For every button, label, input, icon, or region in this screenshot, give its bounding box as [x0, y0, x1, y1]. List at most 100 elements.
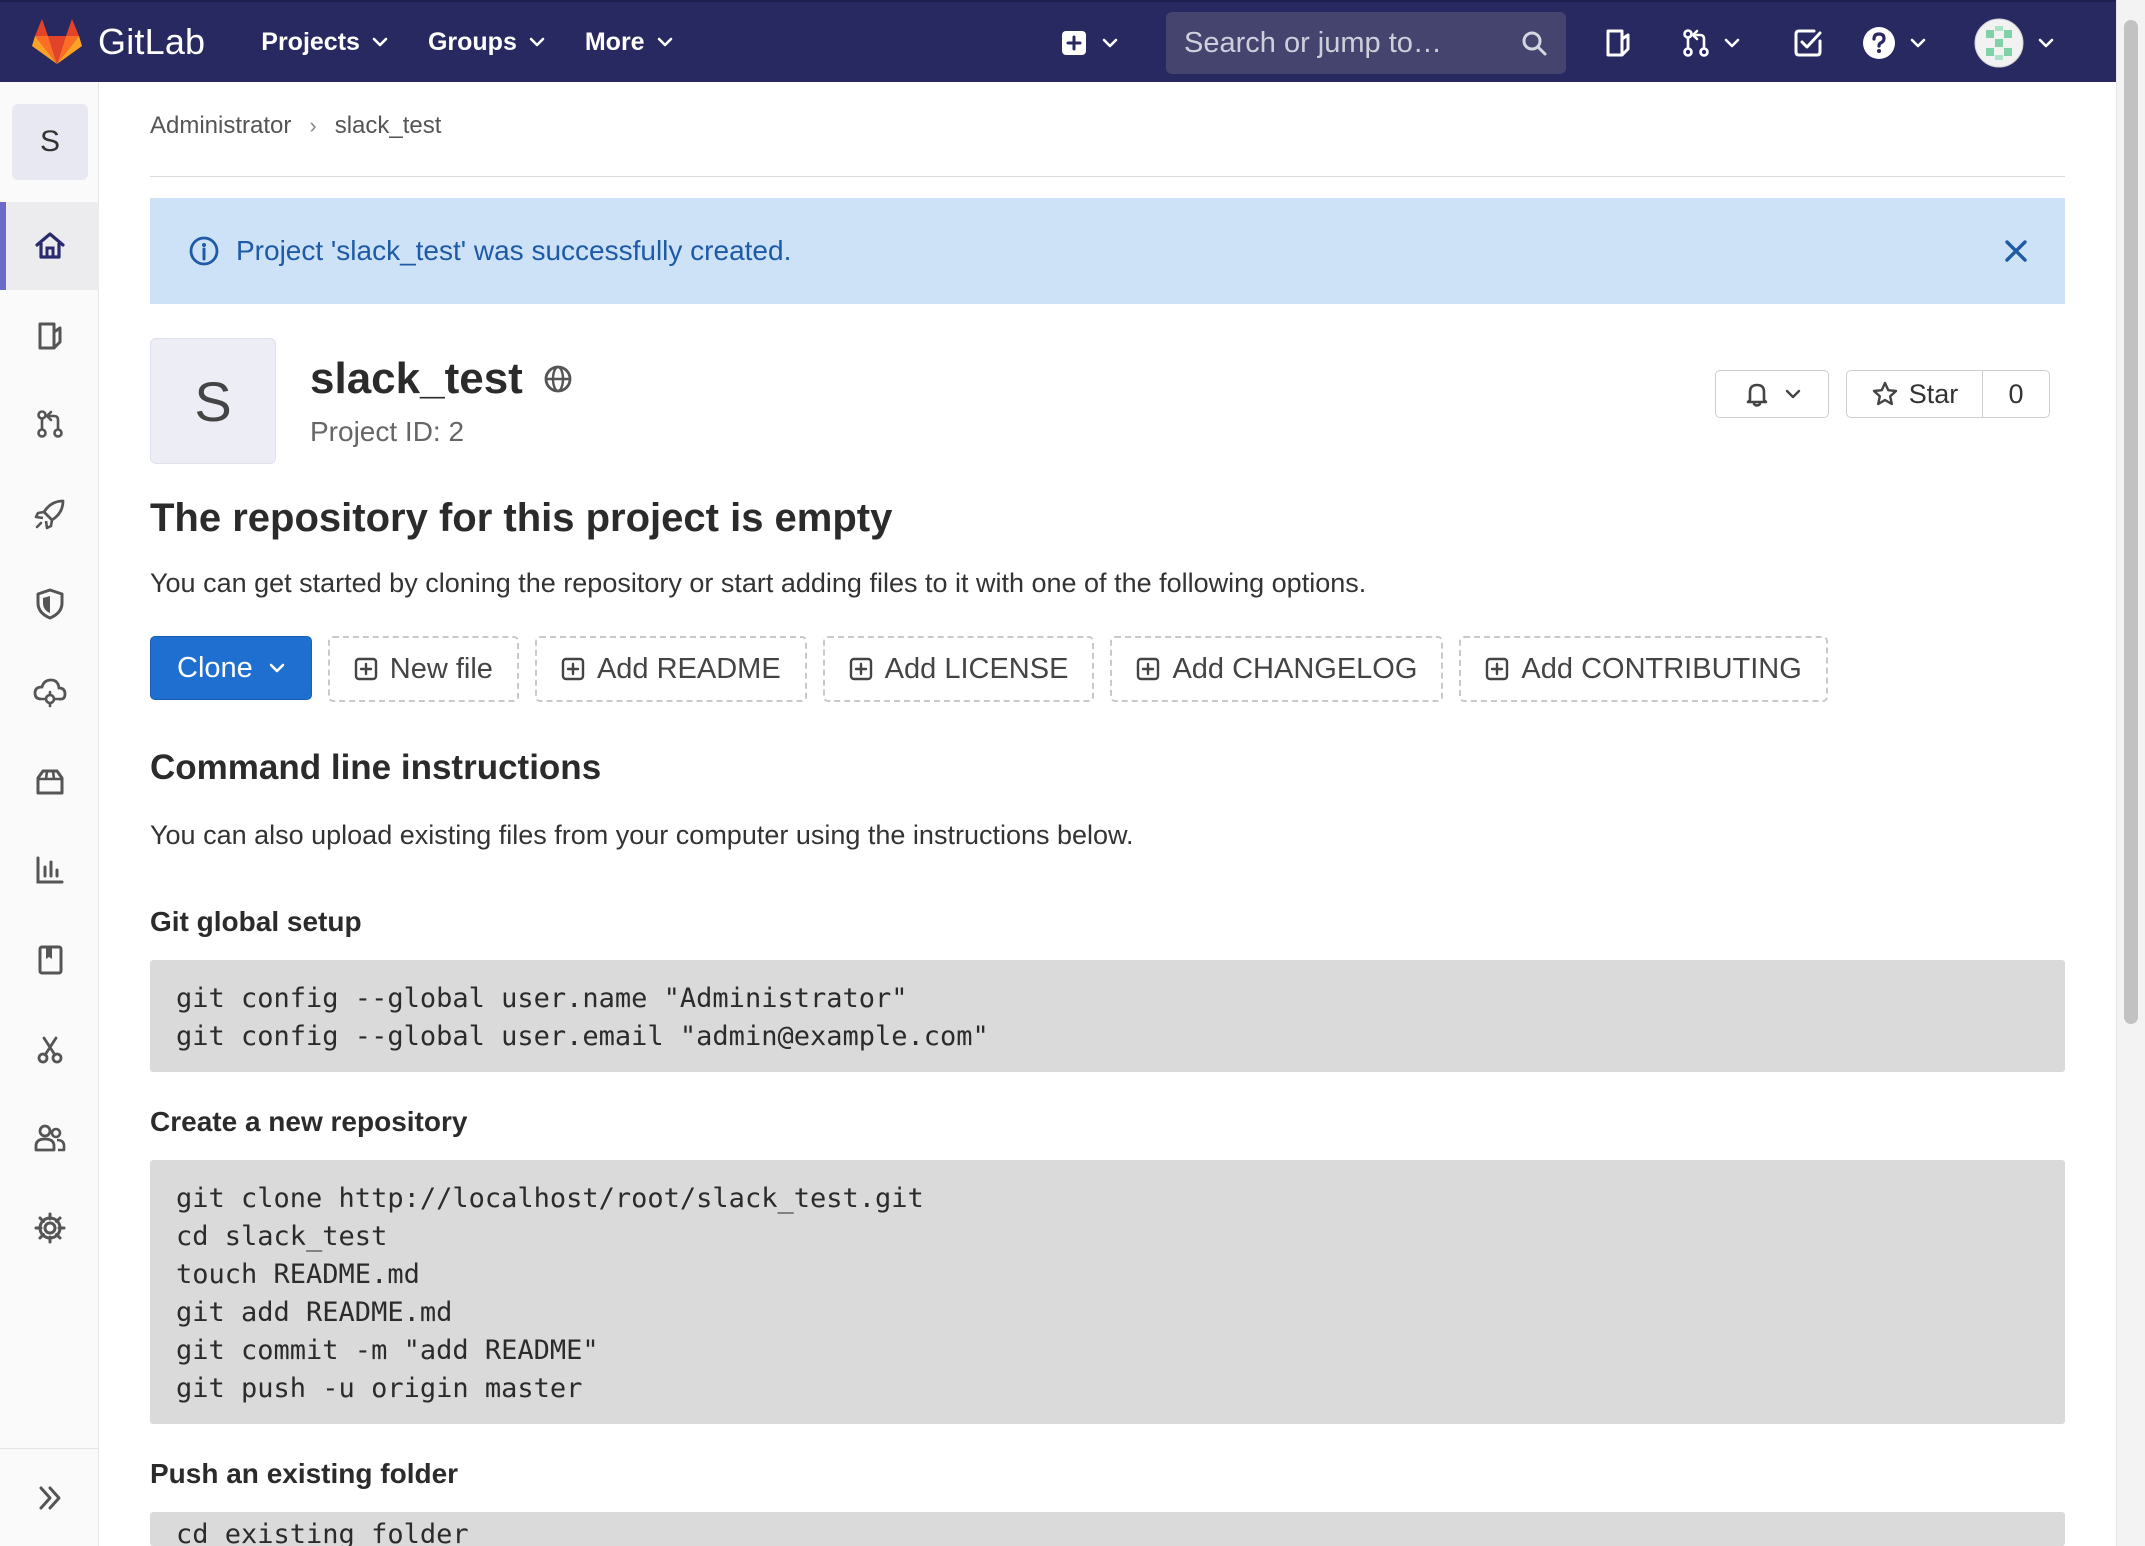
scissors-icon — [37, 1036, 62, 1064]
add-readme-button[interactable]: Add README — [534, 636, 807, 702]
chevron-down-icon — [372, 37, 388, 47]
repo-actions: Clone New file Add README Add LICENSE Ad… — [150, 636, 1844, 702]
create-repo-code[interactable]: git clone http://localhost/root/slack_te… — [150, 1160, 2065, 1424]
help-question-icon — [1863, 27, 1895, 59]
merge-request-icon — [36, 410, 63, 438]
plus-square-icon — [561, 657, 585, 681]
code-line: git config --global user.email "admin@ex… — [176, 1021, 989, 1052]
code-line: git config --global user.name "Administr… — [176, 983, 908, 1014]
code-line: git add README.md — [176, 1297, 453, 1328]
bell-icon — [1746, 383, 1768, 407]
breadcrumb-separator-icon: › — [309, 113, 317, 138]
sidebar-project-avatar[interactable]: S — [12, 104, 88, 180]
user-menu-dropdown[interactable] — [1974, 2, 2054, 84]
chevron-down-icon — [657, 37, 672, 47]
sidebar-item-issues[interactable] — [0, 292, 99, 380]
nav-projects-dropdown[interactable]: Projects — [261, 28, 388, 57]
sidebar-item-analytics[interactable] — [0, 826, 99, 914]
success-alert: Project 'slack_test' was successfully cr… — [150, 198, 2065, 304]
create-repo-title: Create a new repository — [150, 1106, 468, 1137]
code-line: git push -u origin master — [176, 1373, 583, 1404]
project-header: S slack_test Project ID: 2 Star 0 — [150, 338, 2065, 466]
sidebar-item-members[interactable] — [0, 1094, 99, 1182]
project-sidebar: S — [0, 82, 99, 1546]
star-count[interactable]: 0 — [1983, 371, 2049, 417]
add-contributing-label: Add CONTRIBUTING — [1521, 652, 1802, 685]
scrollbar-thumb[interactable] — [2124, 20, 2138, 1024]
breadcrumb-item-administrator[interactable]: Administrator — [150, 112, 291, 140]
sidebar-item-settings[interactable] — [0, 1184, 99, 1272]
home-icon — [34, 232, 65, 259]
top-navbar: GitLab Projects Groups More — [0, 0, 2116, 82]
nav-projects-label: Projects — [261, 27, 360, 56]
cloud-gear-icon — [33, 678, 66, 708]
nav-groups-label: Groups — [427, 27, 517, 56]
sidebar-item-security[interactable] — [0, 560, 99, 648]
star-label: Star — [1908, 378, 1959, 409]
plus-square-icon — [1062, 31, 1086, 55]
nav-more-dropdown[interactable]: More — [585, 28, 673, 57]
alert-dismiss-button[interactable] — [2003, 238, 2029, 271]
notification-settings-dropdown[interactable] — [1715, 370, 1829, 418]
window-scrollbar[interactable] — [2116, 0, 2145, 1546]
empty-repo-description: You can get started by cloning the repos… — [150, 568, 1367, 598]
chevron-down-icon — [2038, 38, 2054, 48]
sidebar-item-ci-cd[interactable] — [0, 470, 99, 558]
plus-square-icon — [354, 657, 377, 681]
star-button[interactable]: Star — [1847, 371, 1983, 417]
double-chevron-right-icon — [39, 1486, 60, 1509]
info-circle-icon — [189, 236, 219, 266]
shield-icon — [36, 588, 63, 620]
nav-help-dropdown[interactable] — [1862, 2, 1926, 84]
todo-check-icon — [1794, 29, 1822, 57]
nav-merge-requests-dropdown[interactable] — [1680, 2, 1740, 84]
project-title: slack_test — [310, 354, 573, 404]
empty-repo-title: The repository for this project is empty — [150, 496, 893, 540]
nav-menu: Projects Groups More — [261, 28, 712, 57]
package-icon — [36, 769, 63, 795]
chevron-down-icon — [1724, 38, 1740, 48]
add-license-button[interactable]: Add LICENSE — [822, 636, 1095, 702]
sidebar-item-packages[interactable] — [0, 738, 99, 826]
plus-square-icon — [1137, 657, 1160, 681]
push-existing-folder-title: Push an existing folder — [150, 1458, 459, 1489]
cli-instructions-title: Command line instructions — [150, 748, 602, 787]
add-changelog-label: Add CHANGELOG — [1172, 652, 1418, 685]
nav-groups-dropdown[interactable]: Groups — [428, 28, 545, 57]
sidebar-collapse-button[interactable] — [0, 1448, 99, 1546]
nav-todos-button[interactable] — [1792, 2, 1824, 84]
code-line: cd slack_test — [176, 1221, 388, 1252]
search-input[interactable] — [1184, 26, 1504, 60]
search-box[interactable] — [1166, 12, 1566, 74]
git-global-setup-code[interactable]: git config --global user.name "Administr… — [150, 960, 2065, 1072]
sidebar-item-merge-requests[interactable] — [0, 380, 99, 468]
code-line: touch README.md — [176, 1259, 420, 1290]
book-icon — [38, 945, 62, 975]
code-line: git commit -m "add README" — [176, 1335, 599, 1366]
push-existing-folder-code[interactable]: cd existing_folder — [150, 1512, 2065, 1546]
close-icon — [2005, 240, 2027, 262]
project-avatar: S — [150, 338, 276, 464]
new-file-button[interactable]: New file — [327, 636, 519, 702]
users-icon — [34, 1124, 65, 1152]
issues-icon — [38, 322, 61, 350]
chart-icon — [36, 856, 63, 884]
sidebar-item-snippets[interactable] — [0, 1006, 99, 1094]
plus-square-icon — [1486, 657, 1509, 681]
sidebar-item-operations[interactable] — [0, 648, 99, 736]
sidebar-item-wiki[interactable] — [0, 916, 99, 1004]
new-file-label: New file — [389, 652, 493, 685]
add-license-label: Add LICENSE — [884, 652, 1069, 685]
plus-square-icon — [849, 657, 872, 681]
chevron-down-icon — [1102, 38, 1118, 48]
gitlab-brand[interactable]: GitLab — [32, 1, 205, 83]
clone-dropdown-button[interactable]: Clone — [150, 636, 312, 700]
breadcrumb-item-project[interactable]: slack_test — [335, 112, 442, 140]
add-changelog-button[interactable]: Add CHANGELOG — [1110, 636, 1444, 702]
nav-issues-button[interactable] — [1602, 2, 1634, 84]
issues-icon — [1606, 29, 1630, 57]
add-contributing-button[interactable]: Add CONTRIBUTING — [1459, 636, 1828, 702]
gitlab-logo-icon — [32, 19, 82, 64]
sidebar-item-project-overview[interactable] — [0, 202, 99, 290]
new-item-dropdown[interactable] — [1060, 2, 1118, 84]
